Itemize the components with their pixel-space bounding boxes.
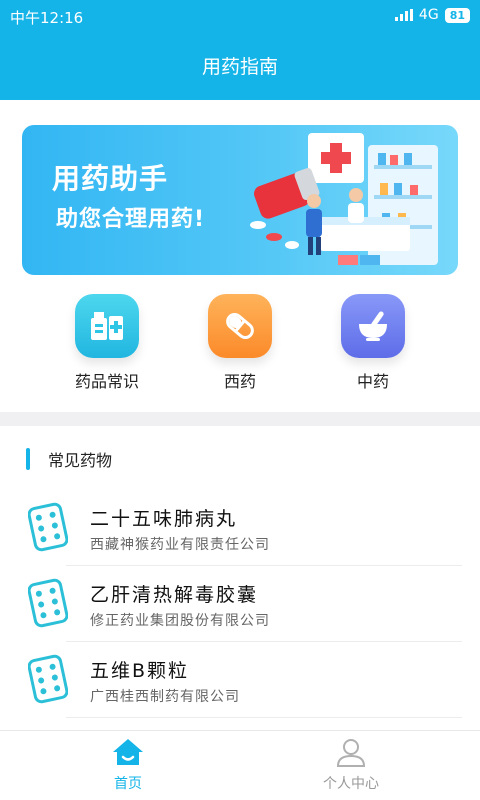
promo-banner[interactable]: 用药助手 助您合理用药! (22, 125, 458, 275)
category-chinese-medicine[interactable]: 中药 (313, 294, 433, 392)
drug-name: 二十五味肺病丸 (90, 508, 238, 530)
page-title: 用药指南 (201, 56, 278, 78)
home-icon (113, 739, 143, 765)
signal-icon (394, 9, 413, 21)
tab-home[interactable]: 首页 (68, 737, 188, 793)
status-indicators: 4G 81 (394, 7, 470, 23)
section-header: 常见药物 (26, 447, 112, 471)
battery-icon: 81 (444, 7, 470, 23)
pill-blister-icon (28, 654, 68, 704)
drug-name: 五维B颗粒 (90, 660, 190, 682)
banner-subtitle: 助您合理用药! (56, 207, 206, 232)
tab-label: 个人中心 (323, 776, 379, 792)
category-label: 中药 (356, 372, 389, 391)
drug-company: 广西桂西制药有限公司 (90, 689, 240, 705)
tab-profile[interactable]: 个人中心 (291, 737, 411, 793)
category-row: 药品常识 西药 中药 (0, 294, 480, 394)
pill-capsule-icon (208, 294, 272, 358)
drug-list-item[interactable]: 二十五味肺病丸 西藏神猴药业有限责任公司 (0, 490, 480, 566)
section-divider (0, 412, 480, 426)
tab-label: 首页 (114, 776, 142, 792)
pharmacy-illustration (250, 133, 438, 265)
person-icon (336, 739, 366, 767)
category-western-medicine[interactable]: 西药 (180, 294, 300, 392)
status-bar: 中午12:16 4G 81 (0, 0, 480, 34)
row-separator (66, 717, 462, 718)
drug-company: 修正药业集团股份有限公司 (90, 613, 270, 629)
network-type: 4G (418, 7, 439, 23)
status-time: 中午12:16 (10, 9, 84, 27)
app-bar: 用药指南 (0, 34, 480, 100)
bottom-tab-bar: 首页 个人中心 (0, 730, 480, 800)
drug-list-item[interactable]: 乙肝清热解毒胶囊 修正药业集团股份有限公司 (0, 566, 480, 642)
pill-blister-icon (28, 502, 68, 552)
drug-company: 西藏神猴药业有限责任公司 (90, 537, 270, 553)
section-accent-bar (26, 448, 30, 470)
medicine-bottle-icon (75, 294, 139, 358)
drug-list-item[interactable]: 五维B颗粒 广西桂西制药有限公司 (0, 642, 480, 718)
drug-name: 乙肝清热解毒胶囊 (90, 584, 259, 606)
category-label: 西药 (223, 372, 256, 391)
banner-title: 用药助手 (52, 162, 169, 195)
section-title: 常见药物 (48, 451, 113, 470)
category-label: 药品常识 (74, 372, 139, 391)
pill-blister-icon (28, 578, 68, 628)
mortar-pestle-icon (341, 294, 405, 358)
category-drug-knowledge[interactable]: 药品常识 (47, 294, 167, 392)
